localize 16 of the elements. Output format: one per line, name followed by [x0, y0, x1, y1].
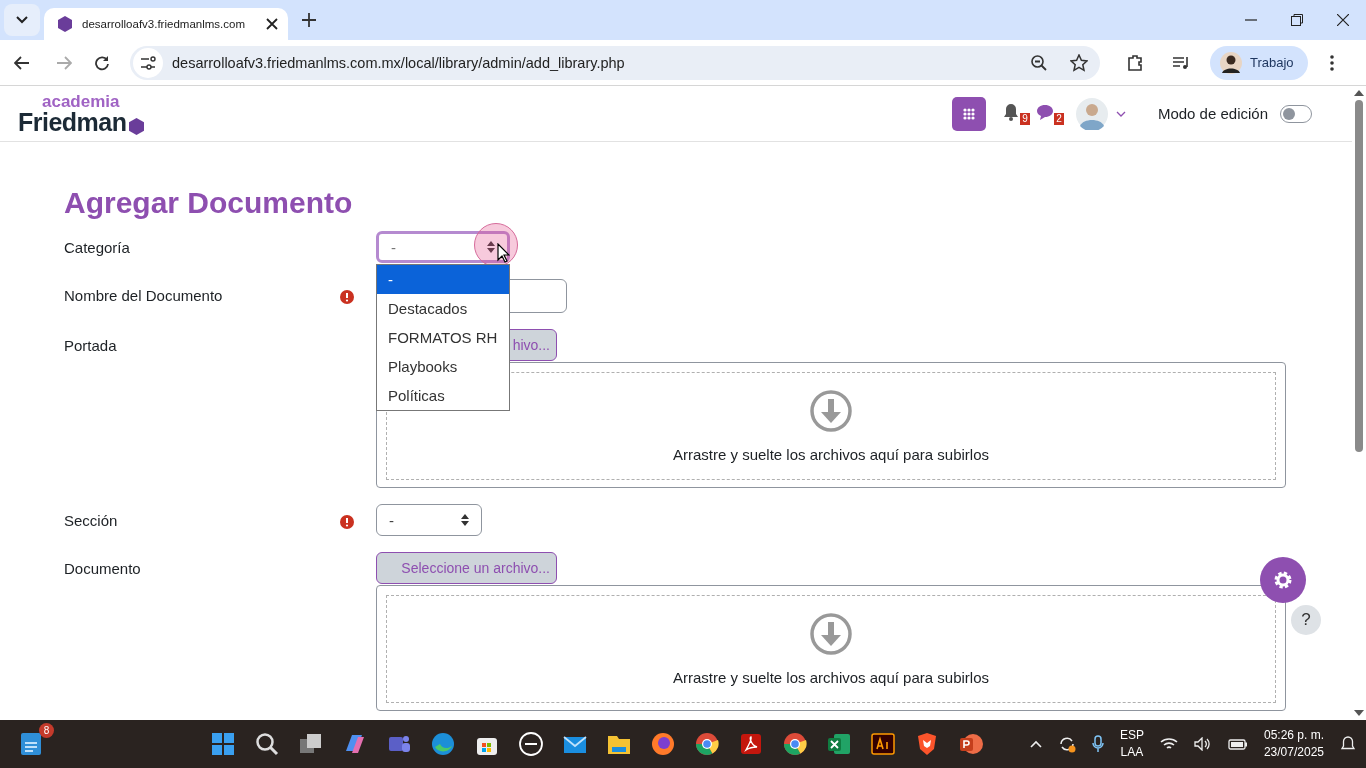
edit-mode-label: Modo de edición — [1157, 105, 1268, 122]
dropzone-text: Arrastre y suelte los archivos aquí para subirlos — [673, 445, 989, 463]
url-text: desarrolloafv3.friedmanlms.com.mx/local/library/admin/add_library.php — [172, 54, 626, 71]
notification-count: 9 — [1020, 112, 1030, 125]
field-label: Categoría — [64, 239, 131, 256]
logo-text: academia — [42, 92, 120, 110]
dropzone-text: Arrastre y suelte los archivos aquí para subirlos — [673, 668, 989, 686]
field-label: Documento — [64, 560, 142, 577]
field-label: Sección — [64, 512, 119, 529]
field-label: Nombre del Documento — [64, 287, 224, 304]
tab-title: desarrolloafv3.friedmanlms.com — [82, 18, 246, 30]
logo-text: Friedman — [18, 109, 127, 135]
message-count: 2 — [1054, 112, 1064, 125]
notification-badge: 8 — [39, 723, 54, 738]
field-label: Portada — [64, 337, 118, 354]
page-title: Agregar Documento — [64, 186, 354, 219]
